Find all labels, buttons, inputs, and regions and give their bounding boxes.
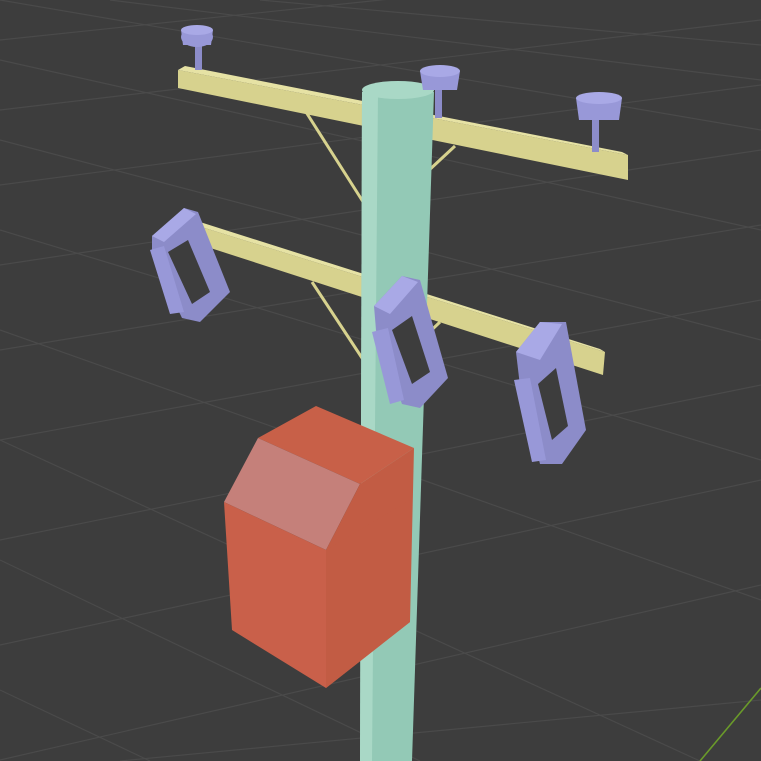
3d-viewport[interactable] — [0, 0, 761, 761]
viewport-canvas[interactable] — [0, 0, 761, 761]
